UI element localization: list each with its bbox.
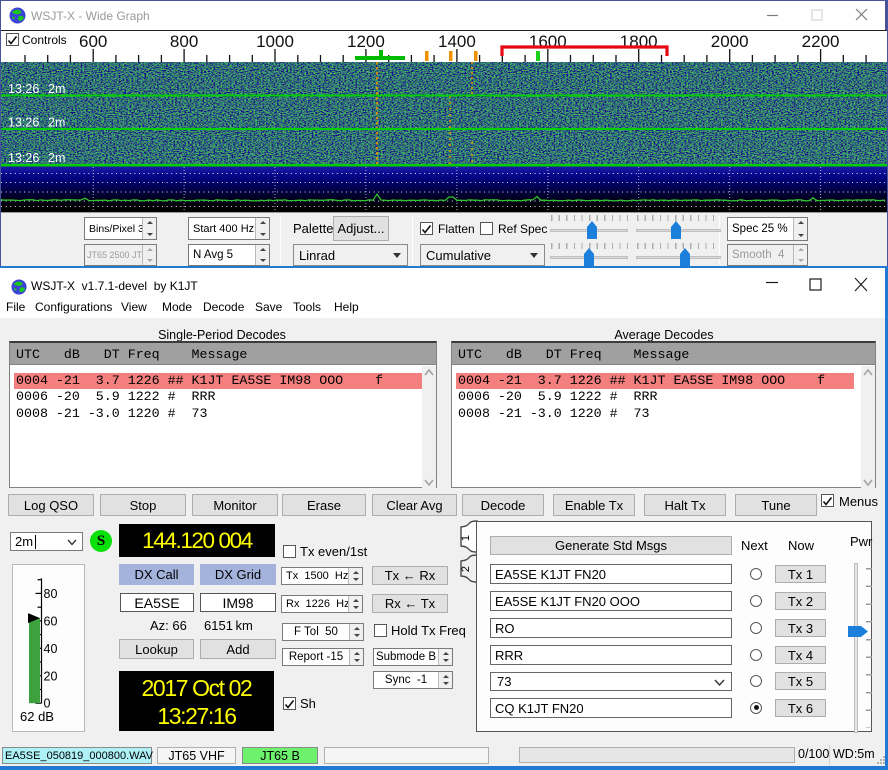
svg-text:60: 60: [44, 614, 58, 628]
svg-text:13:26: 13:26: [8, 116, 39, 130]
svg-text:600: 600: [79, 32, 107, 51]
svg-text:2m: 2m: [48, 151, 65, 165]
svg-text:40: 40: [44, 642, 58, 656]
svg-text:2m: 2m: [48, 82, 65, 96]
svg-text:2200: 2200: [802, 32, 840, 51]
svg-text:1200: 1200: [347, 32, 385, 51]
svg-text:2m: 2m: [48, 116, 65, 130]
svg-text:20: 20: [44, 669, 58, 683]
svg-text:13:26: 13:26: [8, 82, 39, 96]
svg-text:80: 80: [44, 587, 58, 601]
svg-text:2000: 2000: [711, 32, 749, 51]
svg-text:1400: 1400: [438, 32, 476, 51]
svg-text:13:26: 13:26: [8, 151, 39, 165]
svg-text:1: 1: [460, 535, 472, 541]
svg-text:1000: 1000: [256, 32, 294, 51]
svg-text:2: 2: [460, 566, 472, 572]
svg-text:800: 800: [170, 32, 198, 51]
